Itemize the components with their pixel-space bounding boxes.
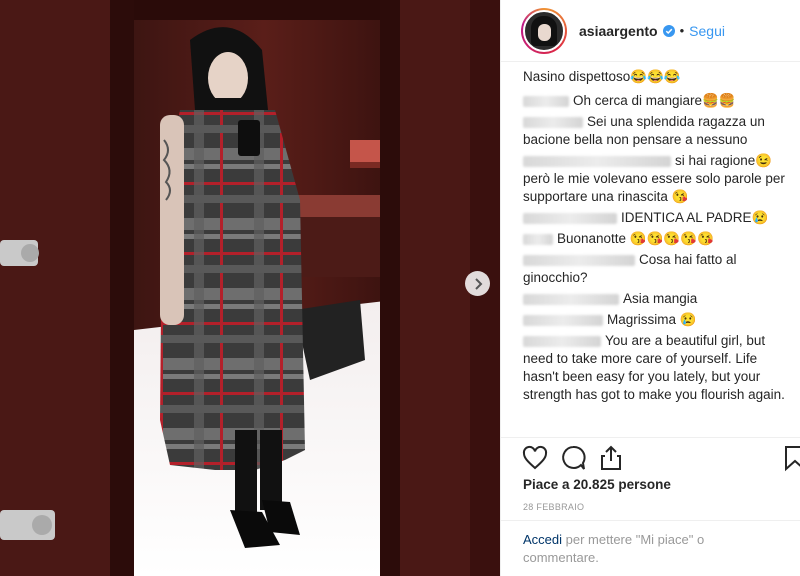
comment-item: si hai ragione😉 però le mie volevano ess… bbox=[523, 153, 785, 204]
comment-item: Cosa hai fatto al ginocchio? bbox=[523, 252, 737, 285]
comment-item: IDENTICA AL PADRE😢 bbox=[523, 209, 800, 227]
post-side-panel: asiaargento • Segui Nasino dispettoso😂😂😂… bbox=[500, 0, 800, 576]
username-link[interactable]: asiaargento bbox=[579, 23, 658, 39]
separator-dot: • bbox=[679, 23, 685, 38]
comment-item: You are a beautiful girl, but need to ta… bbox=[523, 333, 785, 402]
comment-username[interactable] bbox=[523, 116, 583, 128]
comment-username[interactable] bbox=[523, 212, 617, 224]
comment-item: Asia mangia bbox=[523, 290, 800, 308]
post-date[interactable]: 28 FEBBRAIO bbox=[523, 502, 584, 512]
comment-item: Buonanotte 😘😘😘😘😘 bbox=[523, 230, 800, 248]
next-photo-button[interactable] bbox=[465, 271, 490, 296]
post-photo[interactable] bbox=[0, 0, 500, 576]
post-caption: Nasino dispettoso😂😂😂 bbox=[523, 69, 681, 84]
comment-username[interactable] bbox=[523, 155, 671, 167]
comment-username[interactable] bbox=[523, 314, 603, 326]
comment-username[interactable] bbox=[523, 293, 619, 305]
comment-bubble-icon[interactable] bbox=[559, 444, 587, 472]
bookmark-icon[interactable] bbox=[781, 444, 800, 472]
post-actions-bar bbox=[501, 437, 800, 477]
comment-username[interactable] bbox=[523, 95, 569, 107]
login-link[interactable]: Accedi bbox=[523, 532, 562, 547]
login-prompt: Accedi per mettere "Mi piace" o commenta… bbox=[501, 520, 800, 576]
comment-item: Sei una splendida ragazza un bacione bel… bbox=[523, 114, 765, 147]
post-header: asiaargento • Segui bbox=[501, 0, 800, 62]
verified-badge-icon bbox=[662, 24, 675, 37]
comment-item: Oh cerca di mangiare🍔🍔 bbox=[523, 92, 800, 110]
share-icon[interactable] bbox=[597, 444, 625, 472]
heart-icon[interactable] bbox=[521, 444, 549, 472]
likes-count[interactable]: Piace a 20.825 persone bbox=[523, 477, 671, 492]
comment-username[interactable] bbox=[523, 335, 601, 347]
comment-item: Magrissima 😢 bbox=[523, 311, 800, 329]
comment-username[interactable] bbox=[523, 233, 553, 245]
comments-list: Nasino dispettoso😂😂😂 Oh cerca di mangiar… bbox=[501, 62, 800, 437]
comment-username[interactable] bbox=[523, 254, 635, 266]
follow-button[interactable]: Segui bbox=[689, 23, 725, 39]
avatar[interactable] bbox=[521, 7, 567, 54]
chevron-right-icon bbox=[474, 277, 482, 290]
